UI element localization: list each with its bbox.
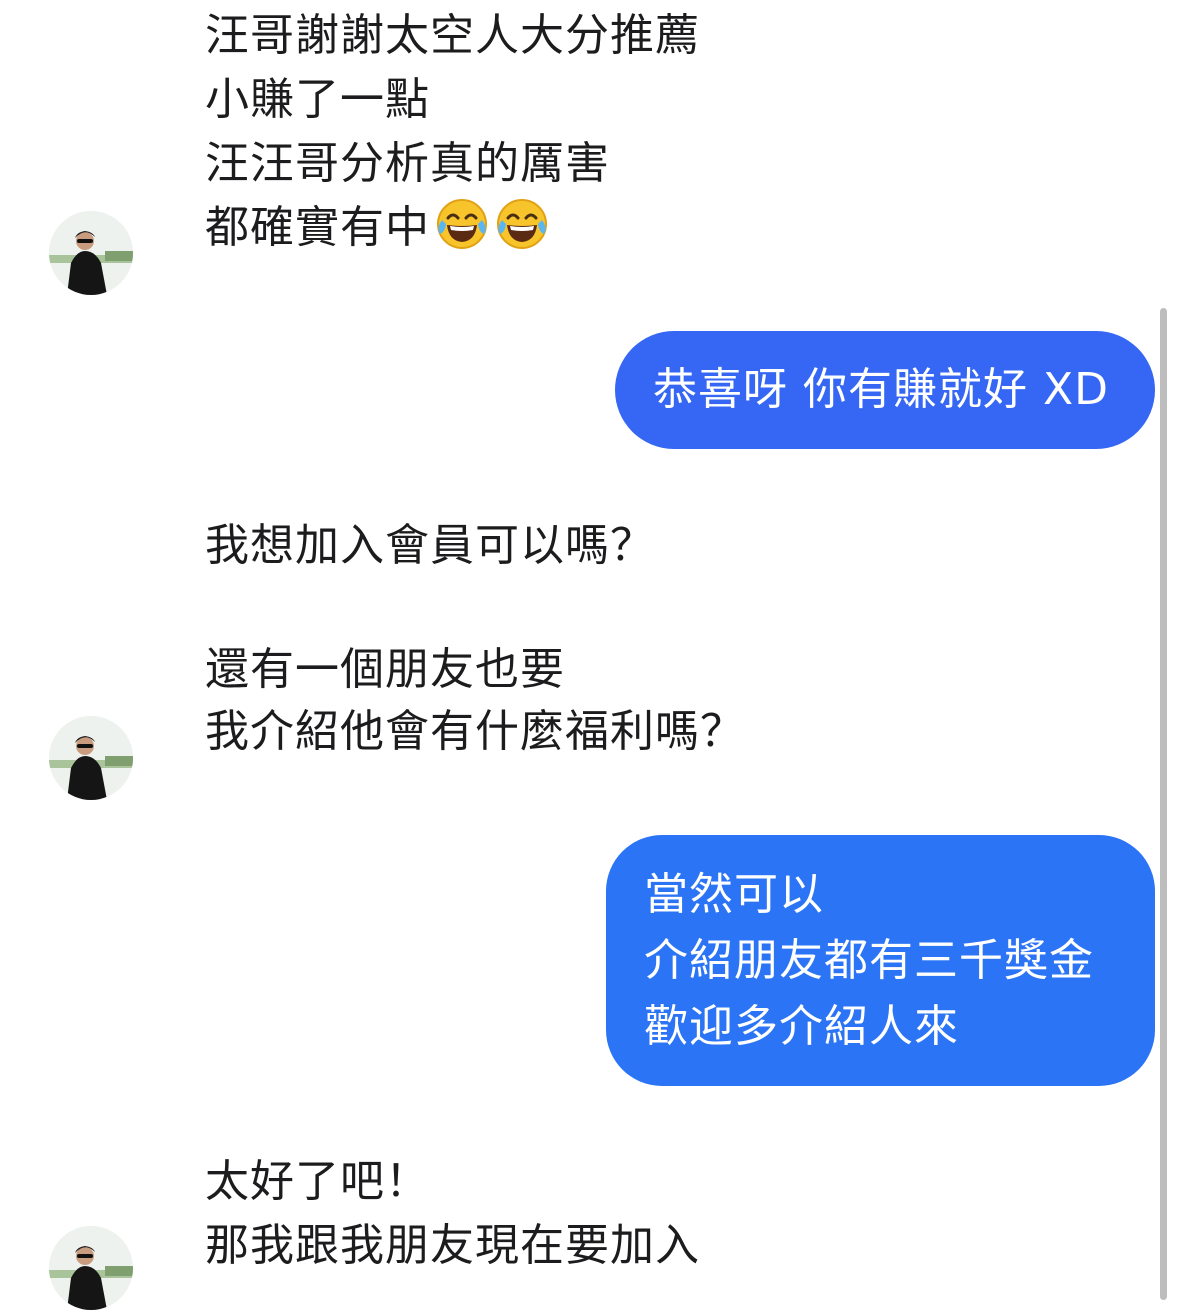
message-line: 還有一個朋友也要 <box>205 644 565 695</box>
message-line: 那我跟我朋友現在要加入 <box>205 1220 700 1271</box>
message-line: 介紹朋友都有三千獎金 <box>644 935 1094 986</box>
vertical-scrollbar[interactable] <box>1160 308 1167 1300</box>
message-line: 我想加入會員可以嗎？ <box>205 520 655 571</box>
outgoing-bubble[interactable]: 當然可以 介紹朋友都有三千獎金 歡迎多介紹人來 <box>606 835 1155 1086</box>
message-line: 汪哥謝謝太空人大分推薦 <box>205 10 700 61</box>
contact-avatar[interactable] <box>49 211 133 295</box>
message-text: 我想加入會員可以嗎？ 還有一個朋友也要 我介紹他會有什麼福利嗎？ <box>205 515 745 763</box>
outgoing-bubble[interactable]: 恭喜呀 你有賺就好 XD <box>615 331 1155 449</box>
message-line: 歡迎多介紹人來 <box>644 1001 959 1052</box>
chat-thread[interactable]: 汪哥謝謝太空人大分推薦 小賺了一點 汪汪哥分析真的厲害 都確實有中 恭喜呀 你有… <box>0 0 1179 1310</box>
person-photo-icon <box>49 716 133 800</box>
face-with-tears-of-joy-icon <box>437 199 487 249</box>
message-line: 當然可以 <box>644 869 824 920</box>
person-photo-icon <box>49 1226 133 1310</box>
message-text: 太好了吧！ 那我跟我朋友現在要加入 <box>205 1150 700 1278</box>
message-text: 汪哥謝謝太空人大分推薦 小賺了一點 汪汪哥分析真的厲害 都確實有中 <box>205 4 700 260</box>
person-photo-icon <box>49 211 133 295</box>
message-line: 太好了吧！ <box>205 1156 430 1207</box>
contact-avatar[interactable] <box>49 1226 133 1310</box>
message-line: 小賺了一點 <box>205 74 430 125</box>
message-line <box>205 577 745 639</box>
message-line: 恭喜呀 你有賺就好 XD <box>653 364 1109 415</box>
face-with-tears-of-joy-icon <box>497 199 547 249</box>
message-line: 都確實有中 <box>205 196 700 260</box>
message-line: 我介紹他會有什麼福利嗎？ <box>205 706 745 757</box>
message-line: 汪汪哥分析真的厲害 <box>205 138 610 189</box>
contact-avatar[interactable] <box>49 716 133 800</box>
